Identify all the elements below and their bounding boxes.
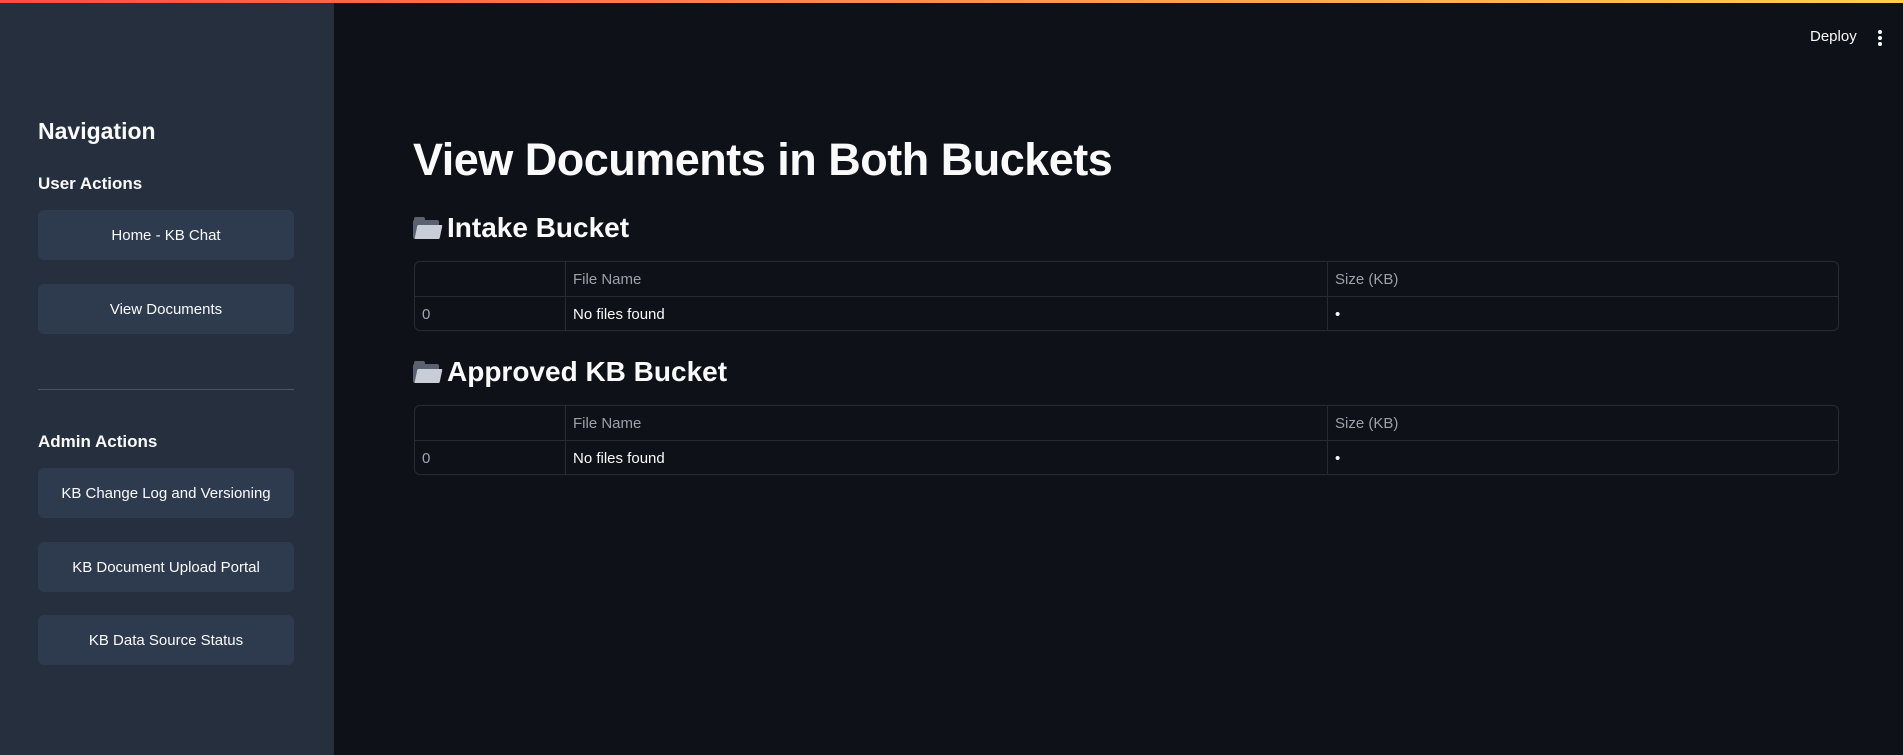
- page-title: View Documents in Both Buckets: [413, 134, 1113, 185]
- sidebar-divider: [38, 389, 294, 390]
- table-header-row: File Name Size (KB): [415, 262, 1838, 297]
- open-folder-icon: [413, 361, 443, 383]
- kebab-menu-icon[interactable]: [1872, 29, 1888, 47]
- top-accent-bar: [0, 0, 1903, 3]
- open-folder-icon: [413, 217, 443, 239]
- table-header-file-name[interactable]: File Name: [566, 262, 1328, 297]
- table-header-index: [415, 406, 566, 441]
- intake-bucket-table[interactable]: File Name Size (KB) 0 No files found •: [414, 261, 1839, 331]
- table-header-size[interactable]: Size (KB): [1328, 262, 1838, 297]
- table-header-file-name[interactable]: File Name: [566, 406, 1328, 441]
- intake-bucket-heading: Intake Bucket: [413, 212, 629, 244]
- deploy-button[interactable]: Deploy: [1810, 28, 1857, 45]
- approved-bucket-heading: Approved KB Bucket: [413, 356, 727, 388]
- size-cell[interactable]: •: [1328, 441, 1838, 474]
- size-cell[interactable]: •: [1328, 297, 1838, 330]
- sidebar: Navigation User Actions Home - KB Chat V…: [0, 0, 334, 755]
- table-header-size[interactable]: Size (KB): [1328, 406, 1838, 441]
- file-name-cell[interactable]: No files found: [566, 441, 1328, 474]
- view-documents-button[interactable]: View Documents: [38, 284, 294, 334]
- approved-bucket-title: Approved KB Bucket: [447, 356, 728, 387]
- table-header-index: [415, 262, 566, 297]
- file-name-cell[interactable]: No files found: [566, 297, 1328, 330]
- approved-bucket-table[interactable]: File Name Size (KB) 0 No files found •: [414, 405, 1839, 475]
- kb-data-source-status-button[interactable]: KB Data Source Status: [38, 615, 294, 665]
- kb-document-upload-button[interactable]: KB Document Upload Portal: [38, 542, 294, 592]
- intake-bucket-title: Intake Bucket: [447, 212, 630, 243]
- sidebar-title: Navigation: [38, 118, 156, 144]
- kb-change-log-button[interactable]: KB Change Log and Versioning: [38, 468, 294, 518]
- table-row: 0 No files found •: [415, 441, 1838, 474]
- user-actions-heading: User Actions: [38, 174, 143, 193]
- row-index: 0: [415, 441, 566, 474]
- table-header-row: File Name Size (KB): [415, 406, 1838, 441]
- table-row: 0 No files found •: [415, 297, 1838, 330]
- admin-actions-heading: Admin Actions: [38, 432, 158, 451]
- home-kb-chat-button[interactable]: Home - KB Chat: [38, 210, 294, 260]
- row-index: 0: [415, 297, 566, 330]
